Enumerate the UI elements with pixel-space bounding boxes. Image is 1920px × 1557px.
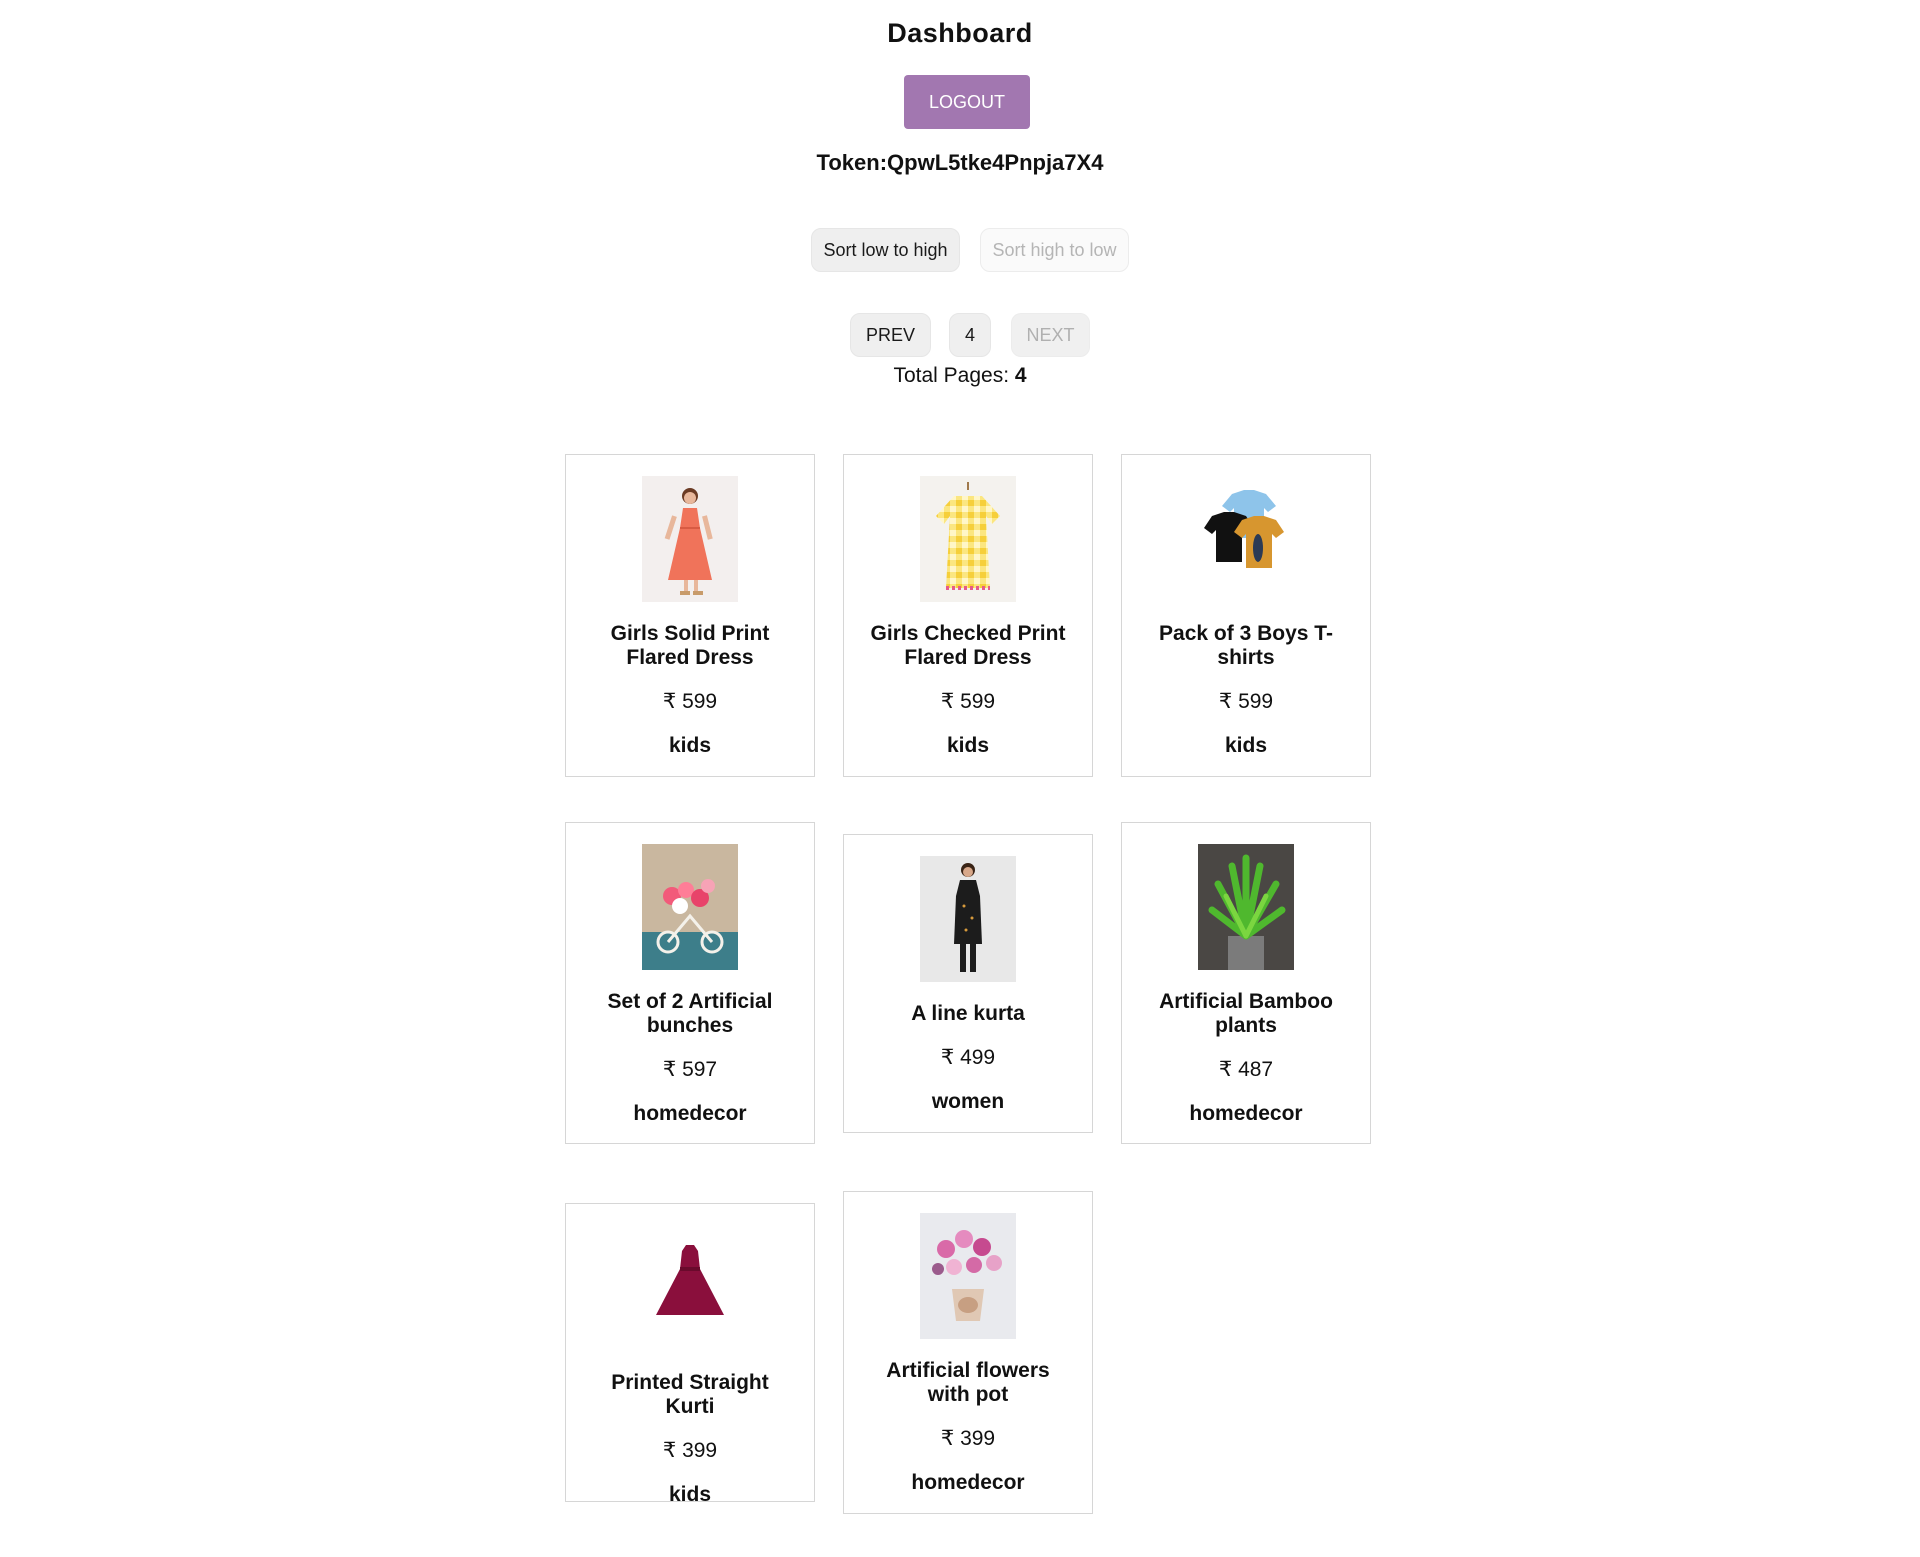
product-card[interactable]: Girls Checked Print Flared Dress ₹ 599 k…: [843, 454, 1093, 777]
current-page-indicator: 4: [949, 313, 991, 357]
sort-high-to-low-button[interactable]: Sort high to low: [980, 228, 1129, 272]
product-price: ₹ 599: [940, 690, 996, 713]
flower-bunches-photo-icon: [642, 844, 738, 970]
product-category: homedecor: [633, 1102, 747, 1125]
product-price: ₹ 599: [662, 690, 718, 713]
product-name: Girls Checked Print Flared Dress: [870, 622, 1066, 669]
product-card[interactable]: A line kurta ₹ 499 women: [843, 834, 1093, 1133]
product-category: homedecor: [1189, 1102, 1303, 1125]
logout-button[interactable]: LOGOUT: [904, 75, 1030, 129]
girl-dress-photo-icon: [642, 476, 738, 602]
total-pages-label: Total Pages:: [893, 364, 1015, 387]
product-card[interactable]: Pack of 3 Boys T-shirts ₹ 599 kids: [1121, 454, 1371, 777]
flowers-pot-photo-icon: [920, 1213, 1016, 1339]
product-name: Set of 2 Artificial bunches: [607, 990, 773, 1037]
product-card[interactable]: Printed Straight Kurti ₹ 399 kids: [565, 1203, 815, 1506]
product-name: Girls Solid Print Flared Dress: [610, 622, 770, 669]
token-label: Token:QpwL5tke4Pnpja7X4: [816, 150, 1104, 175]
product-category: homedecor: [911, 1471, 1025, 1494]
product-price: ₹ 599: [1218, 690, 1274, 713]
product-name: A line kurta: [911, 1002, 1025, 1025]
sort-low-to-high-button[interactable]: Sort low to high: [811, 228, 960, 272]
product-name: Artificial flowers with pot: [886, 1359, 1050, 1406]
product-category: kids: [668, 1483, 712, 1506]
total-pages: Total Pages: 4: [0, 364, 1920, 388]
product-price: ₹ 399: [940, 1427, 996, 1450]
product-price: ₹ 399: [662, 1439, 718, 1462]
product-category: kids: [946, 734, 990, 757]
page-title: Dashboard: [887, 18, 1033, 48]
product-card[interactable]: Artificial Bamboo plants ₹ 487 homedecor: [1121, 822, 1371, 1144]
maroon-dress-photo-icon: [642, 1225, 738, 1351]
product-category: kids: [668, 734, 712, 757]
kurta-photo-icon: [920, 856, 1016, 982]
product-name: Pack of 3 Boys T-shirts: [1159, 622, 1333, 669]
product-category: kids: [1224, 734, 1268, 757]
product-name: Printed Straight Kurti: [611, 1371, 769, 1418]
product-price: ₹ 597: [662, 1058, 718, 1081]
tshirts-photo-icon: [1198, 476, 1294, 602]
bamboo-plant-photo-icon: [1198, 844, 1294, 970]
prev-page-button[interactable]: PREV: [850, 313, 931, 357]
product-price: ₹ 487: [1218, 1058, 1274, 1081]
product-name: Artificial Bamboo plants: [1159, 990, 1333, 1037]
product-card[interactable]: Set of 2 Artificial bunches ₹ 597 homede…: [565, 822, 815, 1144]
product-card[interactable]: Girls Solid Print Flared Dress ₹ 599 kid…: [565, 454, 815, 777]
checked-dress-photo-icon: [920, 476, 1016, 602]
product-category: women: [931, 1090, 1005, 1113]
next-page-button[interactable]: NEXT: [1011, 313, 1090, 357]
product-card[interactable]: Artificial flowers with pot ₹ 399 homede…: [843, 1191, 1093, 1514]
total-pages-value: 4: [1014, 364, 1027, 387]
product-price: ₹ 499: [940, 1046, 996, 1069]
